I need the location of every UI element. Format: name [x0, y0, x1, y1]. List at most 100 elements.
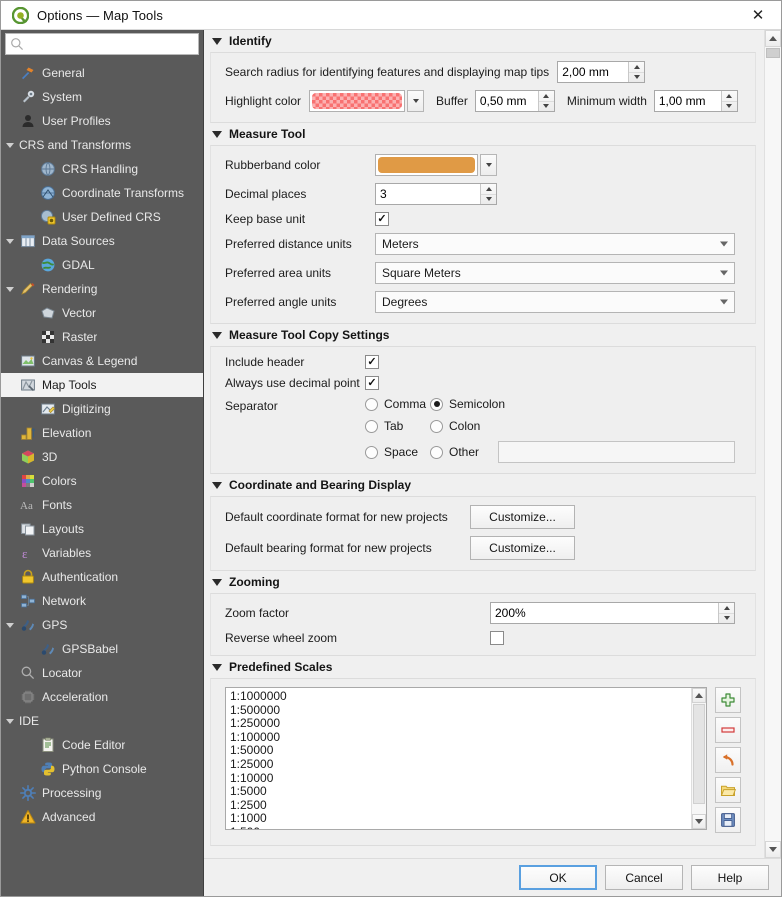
decimal-places-spin-buttons[interactable]	[480, 184, 496, 204]
spin-up-icon[interactable]	[719, 603, 734, 614]
include-header-checkbox[interactable]: ✓	[365, 355, 379, 369]
radio-space[interactable]: Space	[365, 445, 430, 459]
sidebar-item-user-profiles[interactable]: User Profiles	[1, 109, 203, 133]
zoom-factor-input[interactable]	[491, 603, 718, 623]
section-header-copy-settings[interactable]: Measure Tool Copy Settings	[204, 324, 764, 346]
search-radius-spin-buttons[interactable]	[628, 62, 645, 83]
scales-list-items[interactable]: 1:1000000 1:500000 1:250000 1:100000 1:50000…	[226, 688, 691, 829]
expand-triangle-icon[interactable]	[1, 718, 19, 724]
spin-down-icon[interactable]	[629, 73, 644, 83]
rubberband-color-button[interactable]	[375, 154, 497, 176]
scroll-down-icon[interactable]	[765, 841, 781, 858]
section-header-measure-tool[interactable]: Measure Tool	[204, 123, 764, 145]
distance-units-select[interactable]: Meters	[375, 233, 735, 255]
sidebar-item-user-defined-crs[interactable]: User Defined CRS	[1, 205, 203, 229]
cancel-button[interactable]: Cancel	[605, 865, 683, 890]
expand-triangle-icon[interactable]	[1, 142, 19, 148]
sidebar-item-authentication[interactable]: Authentication	[1, 565, 203, 589]
highlight-color-button[interactable]	[309, 90, 425, 112]
save-scales-button[interactable]	[715, 807, 741, 833]
spin-up-icon[interactable]	[481, 184, 496, 195]
sidebar-item-elevation[interactable]: Elevation	[1, 421, 203, 445]
sidebar-item-system[interactable]: System	[1, 85, 203, 109]
sidebar-item-general[interactable]: General	[1, 61, 203, 85]
sidebar-item-acceleration[interactable]: Acceleration	[1, 685, 203, 709]
spin-down-icon[interactable]	[722, 102, 737, 112]
scale-list-item[interactable]: 1:500000	[230, 703, 691, 718]
scale-list-item[interactable]: 1:500	[230, 825, 691, 829]
bearing-format-customize-button[interactable]: Customize...	[470, 536, 575, 560]
section-header-identify[interactable]: Identify	[204, 30, 764, 52]
search-radius-input[interactable]	[558, 62, 629, 82]
spin-up-icon[interactable]	[721, 91, 737, 102]
other-separator-input[interactable]	[498, 441, 735, 463]
spin-up-icon[interactable]	[538, 91, 554, 102]
keep-base-unit-checkbox[interactable]: ✓	[375, 212, 389, 226]
decimal-places-input[interactable]	[376, 184, 480, 204]
buffer-spin-buttons[interactable]	[537, 91, 554, 111]
minimum-width-stepper[interactable]	[653, 90, 738, 112]
sidebar-item-gps[interactable]: GPS	[1, 613, 203, 637]
sidebar-item-variables[interactable]: ε Variables	[1, 541, 203, 565]
sidebar-item-rendering[interactable]: Rendering	[1, 277, 203, 301]
scales-scroll-up-icon[interactable]	[692, 688, 706, 703]
highlight-color-dropdown[interactable]	[407, 90, 425, 112]
scale-list-item[interactable]: 1:250000	[230, 717, 691, 731]
section-header-coordinate-display[interactable]: Coordinate and Bearing Display	[204, 474, 764, 496]
section-header-predefined-scales[interactable]: Predefined Scales	[204, 656, 764, 678]
rubberband-color-swatch[interactable]	[378, 157, 475, 173]
options-scrollbar-track[interactable]	[765, 47, 781, 841]
angle-units-select[interactable]: Degrees	[375, 291, 735, 313]
scale-list-item[interactable]: 1:10000	[230, 771, 691, 786]
scale-list-item[interactable]: 1:1000000	[230, 689, 691, 704]
scale-list-item[interactable]: 1:2500	[230, 798, 691, 813]
highlight-color-swatch[interactable]	[312, 93, 403, 109]
area-units-select[interactable]: Square Meters	[375, 262, 735, 284]
scales-scrollbar[interactable]	[691, 688, 706, 829]
scale-list-item[interactable]: 1:1000	[230, 812, 691, 826]
sidebar-item-crs-and-transforms[interactable]: CRS and Transforms	[1, 133, 203, 157]
spin-down-icon[interactable]	[481, 195, 496, 205]
sidebar-item-colors[interactable]: Colors	[1, 469, 203, 493]
sidebar-item-3d[interactable]: 3D	[1, 445, 203, 469]
sidebar-item-advanced[interactable]: Advanced	[1, 805, 203, 829]
rubberband-color-dropdown[interactable]	[480, 154, 497, 176]
radio-semicolon[interactable]: Semicolon	[430, 397, 505, 411]
scale-list-item[interactable]: 1:5000	[230, 785, 691, 799]
import-scales-button[interactable]	[715, 777, 741, 803]
scales-listbox[interactable]: 1:1000000 1:500000 1:250000 1:100000 1:50000…	[225, 687, 707, 830]
ok-button[interactable]: OK	[519, 865, 597, 890]
radio-colon[interactable]: Colon	[430, 419, 480, 433]
sidebar-item-layouts[interactable]: Layouts	[1, 517, 203, 541]
reset-scales-button[interactable]	[715, 747, 741, 773]
sidebar-item-ide[interactable]: IDE	[1, 709, 203, 733]
help-button[interactable]: Help	[691, 865, 769, 890]
expand-triangle-icon[interactable]	[1, 622, 19, 628]
sidebar-item-canvas-legend[interactable]: Canvas & Legend	[1, 349, 203, 373]
zoom-factor-spin-buttons[interactable]	[718, 603, 734, 623]
buffer-stepper[interactable]	[474, 90, 555, 112]
radio-other[interactable]: Other	[430, 445, 498, 459]
scale-list-item[interactable]: 1:25000	[230, 757, 691, 772]
reverse-wheel-checkbox[interactable]	[490, 631, 504, 645]
sidebar-item-code-editor[interactable]: Code Editor	[1, 733, 203, 757]
sidebar-item-gdal[interactable]: GDAL	[1, 253, 203, 277]
decimal-places-stepper[interactable]	[375, 183, 497, 205]
options-scrollbar[interactable]	[764, 30, 781, 858]
sidebar-item-processing[interactable]: Processing	[1, 781, 203, 805]
radio-tab[interactable]: Tab	[365, 419, 430, 433]
sidebar-item-network[interactable]: Network	[1, 589, 203, 613]
remove-scale-button[interactable]	[715, 717, 741, 743]
section-header-zooming[interactable]: Zooming	[204, 571, 764, 593]
sidebar-item-data-sources[interactable]: Data Sources	[1, 229, 203, 253]
zoom-factor-stepper[interactable]	[490, 602, 735, 624]
scale-list-item[interactable]: 1:100000	[230, 730, 691, 745]
sidebar-item-vector[interactable]: Vector	[1, 301, 203, 325]
add-scale-button[interactable]	[715, 687, 741, 713]
sidebar-item-digitizing[interactable]: Digitizing	[1, 397, 203, 421]
radio-comma[interactable]: Comma	[365, 397, 430, 411]
minimum-width-spin-buttons[interactable]	[720, 91, 737, 112]
sidebar-item-gpsbabel[interactable]: GPSBabel	[1, 637, 203, 661]
scales-scrollbar-thumb[interactable]	[693, 704, 705, 804]
scales-scroll-down-icon[interactable]	[692, 814, 706, 829]
